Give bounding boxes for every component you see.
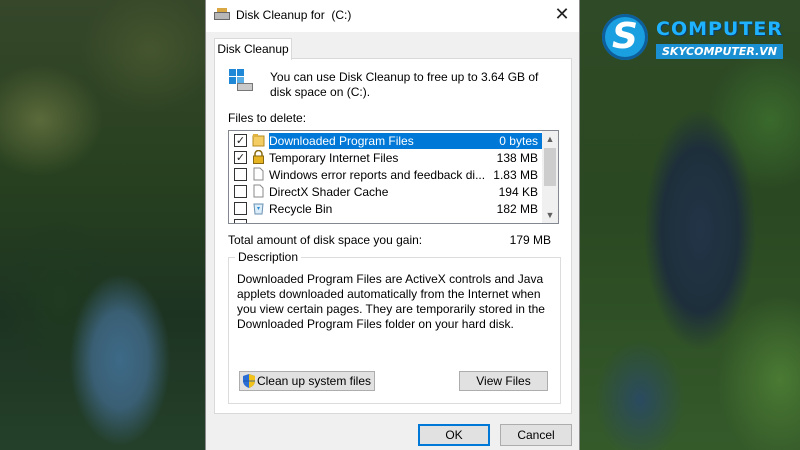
recycle-bin-icon	[253, 203, 264, 215]
item-name: Recycle Bin	[269, 202, 333, 216]
close-button[interactable]: ✕	[545, 0, 579, 32]
item-size: 1.83 MB	[493, 168, 538, 182]
item-name: Temporary Internet Files	[269, 151, 399, 165]
description-legend: Description	[235, 250, 302, 264]
window-title: Disk Cleanup for (C:)	[236, 8, 352, 22]
logo-mark: S	[602, 14, 648, 60]
forest-background-right	[570, 0, 800, 450]
checkbox[interactable]	[234, 202, 247, 215]
title-bar[interactable]: Disk Cleanup for (C:) ✕	[206, 0, 579, 32]
ok-button[interactable]: OK	[418, 424, 490, 446]
item-size: 138 MB	[496, 151, 538, 165]
folder-icon	[252, 134, 265, 147]
document-icon	[253, 184, 264, 198]
total-space-label: Total amount of disk space you gain:	[228, 233, 423, 247]
checkbox[interactable]: ✓	[234, 134, 247, 147]
list-item[interactable]	[229, 217, 542, 223]
item-size: 182 MB	[496, 202, 538, 216]
list-item[interactable]: ✓ Temporary Internet Files 138 MB	[229, 149, 542, 166]
item-name: Downloaded Program Files	[269, 133, 418, 149]
intro-text: You can use Disk Cleanup to free up to 3…	[270, 70, 539, 99]
scroll-up-arrow-icon[interactable]: ▲	[542, 131, 558, 147]
checkbox[interactable]	[234, 168, 247, 181]
list-item[interactable]: Recycle Bin 182 MB	[229, 200, 542, 217]
watermark-logo: S COMPUTER SKYCOMPUTER.VN	[602, 8, 792, 64]
item-name: Windows error reports and feedback di...	[269, 168, 486, 182]
logo-word: COMPUTER	[656, 18, 783, 40]
checkbox[interactable]: ✓	[234, 151, 247, 164]
item-name: DirectX Shader Cache	[269, 185, 389, 199]
document-icon	[253, 167, 264, 181]
list-item[interactable]: Windows error reports and feedback di...…	[229, 166, 542, 183]
clean-up-system-files-button[interactable]: Clean up system files	[239, 371, 375, 391]
list-item[interactable]: DirectX Shader Cache 194 KB	[229, 183, 542, 200]
windows-drive-icon	[229, 69, 255, 93]
lock-icon	[253, 150, 264, 164]
list-item[interactable]: ✓ Downloaded Program Files 0 bytes	[229, 132, 542, 149]
scroll-thumb[interactable]	[544, 148, 556, 186]
checkbox[interactable]	[234, 185, 247, 198]
disk-cleanup-panel: You can use Disk Cleanup to free up to 3…	[214, 58, 572, 414]
files-to-delete-label: Files to delete:	[228, 111, 307, 125]
disk-cleanup-icon	[214, 8, 230, 22]
view-files-button[interactable]: View Files	[459, 371, 548, 391]
files-to-delete-list[interactable]: ✓ Downloaded Program Files 0 bytes ✓ Tem…	[228, 130, 559, 224]
forest-background-left	[0, 0, 205, 450]
logo-subtitle: SKYCOMPUTER.VN	[656, 44, 783, 59]
checkbox[interactable]	[234, 219, 247, 223]
tab-disk-cleanup[interactable]: Disk Cleanup	[214, 38, 292, 60]
total-space-value: 179 MB	[509, 233, 551, 247]
scroll-down-arrow-icon[interactable]: ▼	[542, 207, 558, 223]
clean-up-system-files-label: Clean up system files	[256, 374, 372, 388]
cancel-button[interactable]: Cancel	[500, 424, 572, 446]
description-group: Description Downloaded Program Files are…	[228, 250, 561, 404]
list-scrollbar[interactable]: ▲ ▼	[542, 131, 558, 223]
uac-shield-icon	[242, 374, 255, 388]
item-size: 0 bytes	[499, 134, 538, 148]
disk-cleanup-window: Disk Cleanup for (C:) ✕ Disk Cleanup You…	[205, 0, 580, 450]
item-size: 194 KB	[498, 185, 538, 199]
description-text: Downloaded Program Files are ActiveX con…	[237, 272, 545, 331]
